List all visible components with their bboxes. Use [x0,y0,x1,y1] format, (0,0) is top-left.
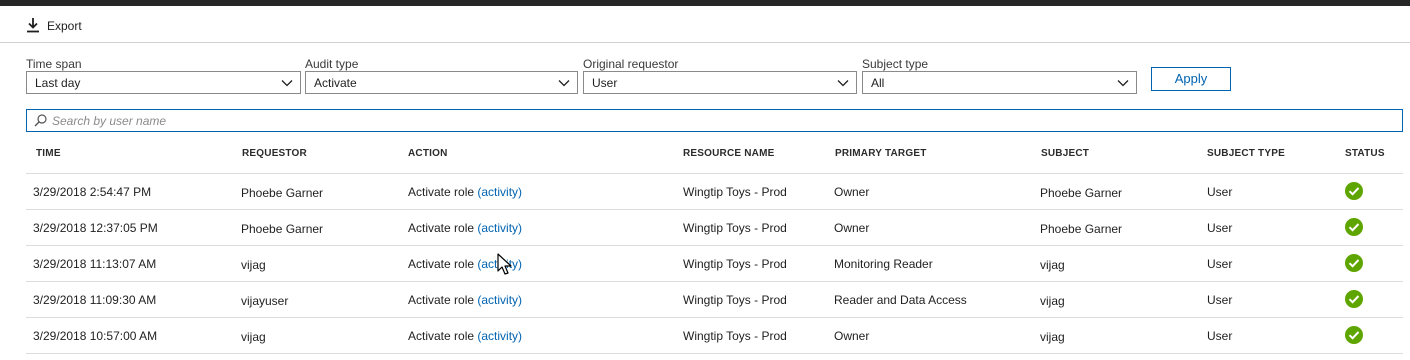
cell-subject-type: User [1207,185,1233,199]
time-span-select[interactable]: Last day [26,71,301,94]
cell-primary-target: Owner [834,221,870,235]
time-span-value: Last day [35,76,81,90]
cell-time: 3/29/2018 10:57:00 AM [33,329,158,343]
cell-subject: vijag [1040,294,1065,308]
column-header-primary-target[interactable]: PRIMARY TARGET [835,148,927,159]
activity-link[interactable]: (activity) [477,329,522,343]
table-row[interactable]: 3/29/2018 12:37:05 PM Phoebe Garner Acti… [26,210,1403,246]
cell-resource-name: Wingtip Toys - Prod [683,329,787,343]
cell-resource-name: Wingtip Toys - Prod [683,293,787,307]
cell-resource-name: Wingtip Toys - Prod [683,185,787,199]
subject-type-value: All [871,76,885,90]
cell-subject-type: User [1207,257,1233,271]
chevron-down-icon [281,80,293,87]
cell-subject: vijag [1040,258,1065,272]
cell-resource-name: Wingtip Toys - Prod [683,257,787,271]
cell-primary-target: Reader and Data Access [834,293,967,307]
audit-type-select[interactable]: Activate [305,71,578,94]
check-circle-icon [1345,182,1363,200]
subject-type-label: Subject type [862,57,929,71]
export-button[interactable]: Export [25,16,82,36]
action-text: Activate role [408,221,475,235]
cell-time: 3/29/2018 2:54:47 PM [33,185,152,199]
activity-link[interactable]: (activity) [477,293,522,307]
table-row[interactable]: 3/29/2018 2:54:47 PM Phoebe Garner Activ… [26,174,1403,210]
cell-time: 3/29/2018 11:13:07 AM [33,257,157,271]
column-header-time[interactable]: TIME [36,148,61,159]
check-circle-icon [1345,218,1363,236]
check-circle-icon [1345,254,1363,272]
column-header-requestor[interactable]: REQUESTOR [242,148,307,159]
cell-time: 3/29/2018 12:37:05 PM [33,221,158,235]
cell-subject-type: User [1207,221,1233,235]
search-box [26,109,1403,132]
export-label: Export [47,19,82,33]
cell-requestor: vijag [241,258,266,272]
action-text: Activate role [408,185,475,199]
cell-subject-type: User [1207,293,1233,307]
table-row[interactable]: 3/29/2018 10:57:00 AM vijag Activate rol… [26,318,1403,354]
action-text: Activate role [408,293,475,307]
search-input[interactable] [52,112,1392,129]
chevron-down-icon [837,80,849,87]
cell-requestor: vijag [241,330,266,344]
subject-type-filter: Subject type All [862,57,1137,94]
check-circle-icon [1345,326,1363,344]
chevron-down-icon [1117,80,1129,87]
cell-subject: Phoebe Garner [1040,186,1123,200]
original-requestor-filter: Original requestor User [583,57,857,94]
original-requestor-value: User [592,76,618,90]
action-text: Activate role [408,257,475,271]
action-text: Activate role [408,329,475,343]
original-requestor-select[interactable]: User [583,71,857,94]
toolbar: Export [0,6,1410,43]
chevron-down-icon [558,80,570,87]
check-circle-icon [1345,290,1363,308]
cell-action: Activate role (activity) [408,293,522,307]
apply-button[interactable]: Apply [1151,67,1231,91]
search-icon [34,114,47,127]
cell-requestor: Phoebe Garner [241,222,324,236]
table-row[interactable]: 3/29/2018 11:09:30 AM vijayuser Activate… [26,282,1403,318]
cell-primary-target: Owner [834,185,870,199]
audit-type-filter: Audit type Activate [305,57,578,94]
cell-requestor: vijayuser [241,294,289,308]
audit-type-value: Activate [314,76,357,90]
time-span-label: Time span [26,57,82,71]
column-header-action[interactable]: ACTION [408,148,448,159]
original-requestor-label: Original requestor [583,57,679,71]
cell-subject: vijag [1040,330,1065,344]
activity-link[interactable]: (activity) [477,185,522,199]
column-header-resource-name[interactable]: RESOURCE NAME [683,148,775,159]
cell-time: 3/29/2018 11:09:30 AM [33,293,157,307]
cell-action: Activate role (activity) [408,185,522,199]
column-header-subject[interactable]: SUBJECT [1041,148,1089,159]
subject-type-select[interactable]: All [862,71,1137,94]
activity-link[interactable]: (activity) [477,221,522,235]
cell-subject: Phoebe Garner [1040,222,1123,236]
cell-primary-target: Monitoring Reader [834,257,933,271]
cell-requestor: Phoebe Garner [241,186,324,200]
table-row[interactable]: 3/29/2018 11:13:07 AM vijag Activate rol… [26,246,1403,282]
audit-type-label: Audit type [305,57,359,71]
cell-subject-type: User [1207,329,1233,343]
cell-action: Activate role (activity) [408,221,522,235]
time-span-filter: Time span Last day [26,57,301,94]
column-header-subject-type[interactable]: SUBJECT TYPE [1207,148,1285,159]
cell-action: Activate role (activity) [408,329,522,343]
mouse-pointer-icon [497,253,512,275]
cell-resource-name: Wingtip Toys - Prod [683,221,787,235]
download-icon [25,17,41,36]
cell-primary-target: Owner [834,329,870,343]
column-header-status[interactable]: STATUS [1345,148,1385,159]
